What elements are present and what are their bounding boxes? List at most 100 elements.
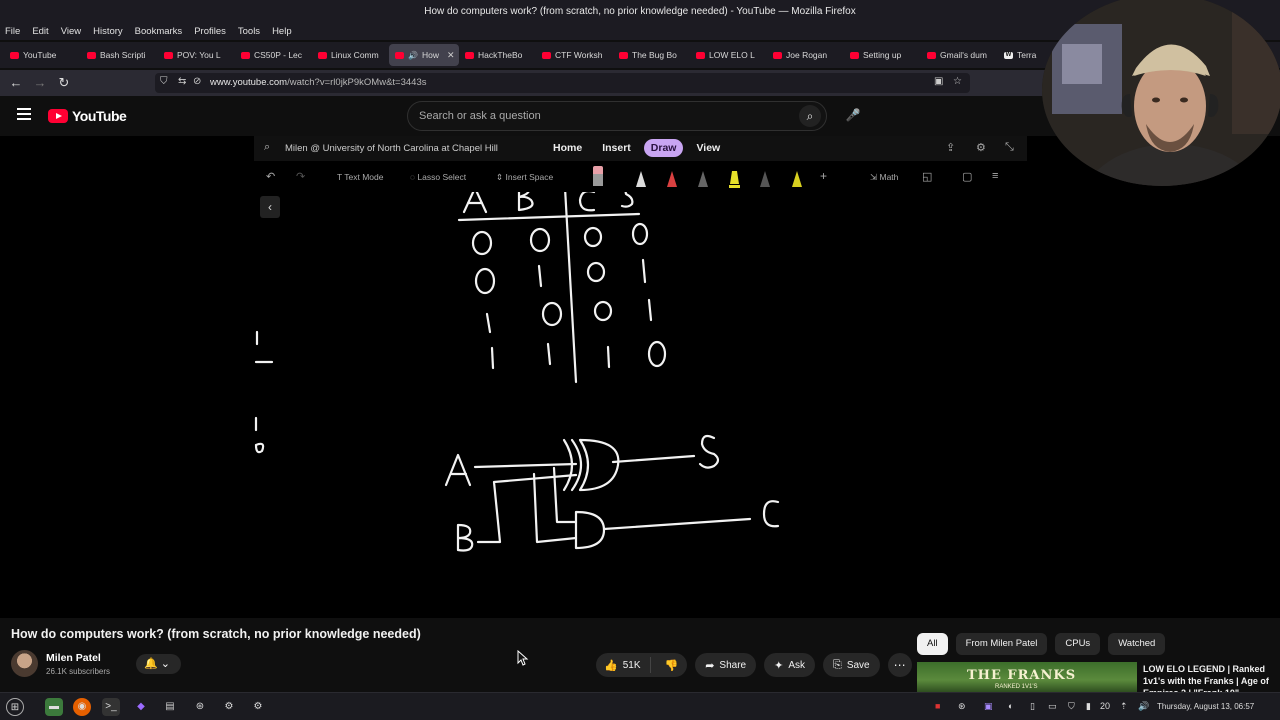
microphone-icon[interactable]: 🎤 — [843, 105, 863, 125]
more-options-button[interactable]: ⋯ — [887, 653, 912, 677]
close-tab-icon[interactable]: ✕ — [447, 50, 455, 61]
back-icon[interactable]: ← — [7, 74, 25, 92]
chip-watched[interactable]: Watched — [1108, 633, 1166, 655]
url-text[interactable]: www.youtube.com/watch?v=rl0jkP9kOMw&t=34… — [210, 77, 427, 88]
steam-tray-icon[interactable]: ⊛ — [958, 701, 966, 712]
recommended-video[interactable]: THE FRANKS RANKED 1V1'S LOW ELO LEGEND |… — [917, 662, 1277, 698]
browser-tab[interactable]: CTF Worksh — [536, 44, 613, 66]
browser-tab[interactable]: Setting up — [844, 44, 921, 66]
sticky-note-icon[interactable]: ▢ — [962, 170, 972, 183]
menu-edit[interactable]: Edit — [32, 24, 48, 40]
redo-icon[interactable]: ↷ — [296, 170, 305, 183]
volume-icon[interactable]: 🔊 — [1138, 701, 1149, 712]
reload-icon[interactable]: ↻ — [55, 74, 73, 92]
chevron-left-icon[interactable]: ‹ — [260, 196, 280, 218]
url-bar[interactable]: ⛉ ⇆ ⊘ www.youtube.com/watch?v=rl0jkP9kOM… — [155, 73, 970, 93]
browser-tab[interactable]: YouTube — [4, 44, 81, 66]
browser-tab[interactable]: CS50P - Lec — [235, 44, 312, 66]
tab-insert[interactable]: Insert — [595, 139, 638, 157]
app-launcher-icon[interactable]: ⊞ — [6, 698, 24, 716]
battery-icon[interactable]: ▮ — [1086, 701, 1091, 712]
network-icon[interactable]: ⇡ — [1120, 701, 1128, 712]
menu-tools[interactable]: Tools — [238, 24, 260, 40]
share-button[interactable]: ➦ Share — [695, 653, 757, 677]
share-icon[interactable]: ⇪ — [946, 141, 955, 154]
browser-tab[interactable]: The Bug Bo — [613, 44, 690, 66]
settings-icon[interactable]: ⚙ — [220, 698, 238, 716]
math-button[interactable]: ⇲ Math — [870, 172, 898, 183]
clock[interactable]: Thursday, August 13, 06:57 — [1157, 702, 1254, 711]
search-icon[interactable]: ⌕ — [264, 141, 270, 154]
permissions-icon[interactable]: ⇆ — [178, 76, 186, 87]
search-icon[interactable]: ⌕ — [799, 105, 821, 127]
highlighter-yellow-icon[interactable] — [791, 170, 803, 188]
lock-icon[interactable]: ⊘ — [193, 76, 201, 87]
shield-icon[interactable]: ⛉ — [1068, 701, 1075, 712]
tab-view[interactable]: View — [689, 139, 727, 157]
browser-tab[interactable]: HackTheBo — [459, 44, 536, 66]
text-mode-button[interactable]: T Text Mode — [337, 172, 383, 182]
terminal-icon[interactable]: >_ — [102, 698, 120, 716]
save-button[interactable]: ⎘ Save — [823, 653, 880, 677]
browser-tab[interactable]: Gmail's dum — [921, 44, 998, 66]
speaker-icon[interactable]: 🔊 — [408, 51, 418, 60]
add-pen-icon[interactable]: + — [820, 169, 827, 183]
search-box[interactable]: Search or ask a question ⌕ — [407, 101, 827, 131]
subscribe-bell-button[interactable]: 🔔 ⌄ — [136, 654, 181, 674]
chip-all[interactable]: All — [917, 633, 948, 655]
gear-icon[interactable]: ⚙ — [976, 141, 986, 154]
lasso-select-button[interactable]: ◌ Lasso Select — [410, 172, 466, 182]
insert-space-button[interactable]: ⇕ Insert Space — [496, 172, 553, 183]
device-icon[interactable]: ▭ — [1048, 701, 1057, 712]
chip-cpus[interactable]: CPUs — [1055, 633, 1101, 655]
browser-tab[interactable]: Linux Comm — [312, 44, 389, 66]
undo-icon[interactable]: ↶ — [266, 170, 275, 183]
sync-icon[interactable]: ◐ — [1008, 701, 1013, 711]
picture-in-picture-icon[interactable]: ▣ — [934, 76, 943, 87]
chip-from-channel[interactable]: From Milen Patel — [955, 633, 1048, 655]
vpn-icon[interactable]: ▣ — [984, 701, 993, 712]
highlighter-yellow-icon[interactable] — [728, 170, 740, 188]
like-button[interactable]: 👍 51K — [596, 657, 651, 673]
firefox-icon[interactable]: ◉ — [73, 698, 91, 716]
pen-red-icon[interactable] — [666, 170, 678, 188]
steam-icon[interactable]: ⊛ — [191, 698, 209, 716]
menu-bookmarks[interactable]: Bookmarks — [135, 24, 183, 40]
bookmark-star-icon[interactable]: ☆ — [953, 76, 962, 87]
browser-tab[interactable]: Bash Scripti — [81, 44, 158, 66]
drawing-canvas[interactable]: ‹ — [254, 185, 1027, 618]
eraser-icon[interactable] — [591, 164, 605, 188]
tray-count[interactable]: 20 — [1100, 701, 1110, 711]
menu-profiles[interactable]: Profiles — [194, 24, 226, 40]
search-input[interactable]: Search or ask a question — [419, 110, 541, 122]
avatar[interactable] — [11, 650, 38, 677]
menu-help[interactable]: Help — [272, 24, 292, 40]
browser-tab[interactable]: LOW ELO L — [690, 44, 767, 66]
browser-tab-active[interactable]: 🔊 How ✕ — [389, 44, 459, 66]
ask-button[interactable]: ✦ Ask — [764, 653, 815, 677]
tab-draw[interactable]: Draw — [643, 139, 684, 157]
pen-white-icon[interactable] — [635, 170, 647, 188]
menu-file[interactable]: File — [5, 24, 20, 40]
channel-name[interactable]: Milen Patel — [46, 652, 101, 664]
notes-icon[interactable]: ▤ — [161, 698, 179, 716]
shapes-icon[interactable]: ◱ — [922, 170, 932, 183]
file-manager-icon[interactable]: ▬ — [45, 698, 63, 716]
tab-home[interactable]: Home — [546, 139, 589, 157]
record-icon[interactable]: ■ — [935, 701, 940, 711]
menu-icon[interactable] — [17, 108, 31, 120]
video-player[interactable]: ⌕ Milen @ University of North Carolina a… — [0, 136, 1280, 618]
format-icon[interactable]: ≡ — [992, 170, 998, 182]
browser-tab[interactable]: Joe Rogan — [767, 44, 844, 66]
pen-gray-icon[interactable] — [697, 170, 709, 188]
pen-dark-icon[interactable] — [759, 170, 771, 188]
video-thumbnail[interactable]: THE FRANKS RANKED 1V1'S — [917, 662, 1137, 692]
dislike-button[interactable]: 👎 — [656, 659, 688, 672]
system-settings-icon[interactable]: ⚙ — [249, 698, 267, 716]
obsidian-icon[interactable]: ◆ — [132, 698, 150, 716]
collapse-icon[interactable]: ⤡ — [1005, 141, 1014, 154]
shield-icon[interactable]: ⛉ — [160, 76, 168, 87]
youtube-logo[interactable]: YouTube — [48, 108, 127, 124]
menu-view[interactable]: View — [61, 24, 81, 40]
menu-history[interactable]: History — [93, 24, 123, 40]
